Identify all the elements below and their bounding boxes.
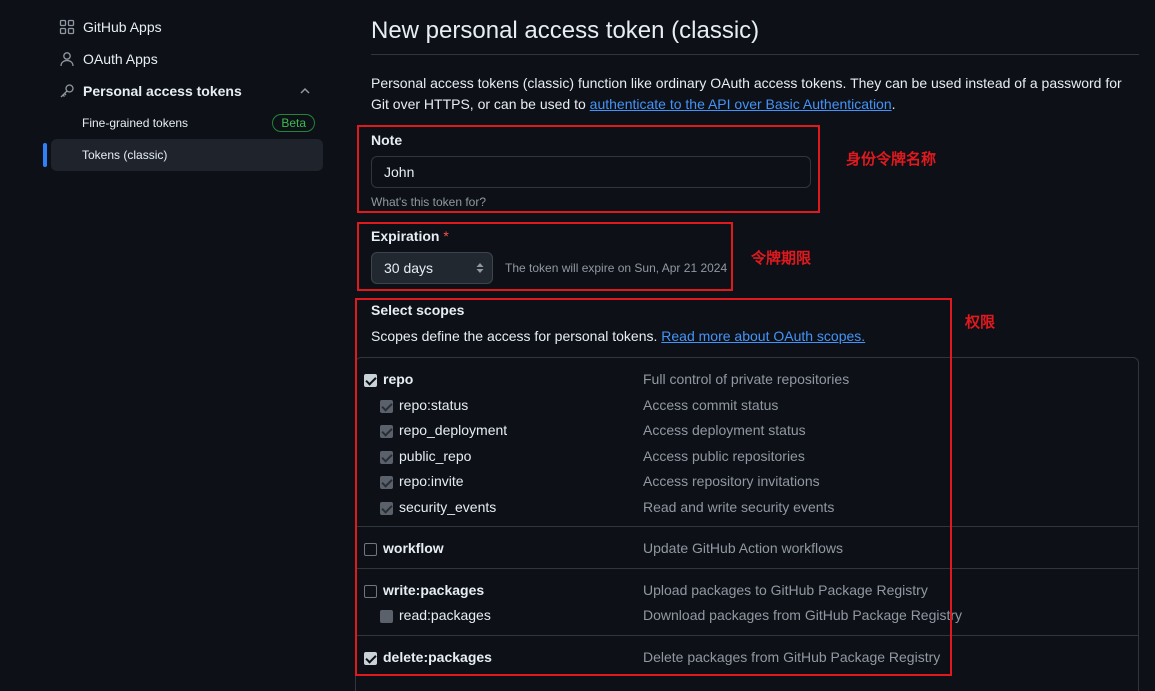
sidebar-item-personal-access-tokens[interactable]: Personal access tokens [51,75,323,107]
person-icon [59,51,75,67]
sidebar-item-label: OAuth Apps [83,51,158,67]
basic-auth-link[interactable]: authenticate to the API over Basic Authe… [590,96,892,112]
sidebar-item-github-apps[interactable]: GitHub Apps [51,11,323,43]
intro-text: Personal access tokens (classic) functio… [371,73,1139,115]
beta-badge: Beta [272,114,315,132]
expiration-annotation-label: 令牌期限 [751,249,812,267]
intro-end: . [891,96,896,112]
page-title: New personal access token (classic) [371,17,760,44]
sidebar-item-label: GitHub Apps [83,19,162,35]
sidebar-item-oauth-apps[interactable]: OAuth Apps [51,43,323,75]
divider [371,54,1139,55]
chevron-up-icon[interactable] [297,83,313,99]
sidebar-item-tokens-classic[interactable]: Tokens (classic) [51,139,323,171]
grid-icon [59,19,75,35]
selected-indicator [43,143,47,167]
note-annotation-box [357,125,820,213]
key-icon [59,83,75,99]
settings-sidebar: GitHub Apps OAuth Apps Personal access t… [0,0,330,691]
sidebar-item-label: Tokens (classic) [82,148,168,162]
sidebar-item-label: Personal access tokens [83,83,242,99]
scopes-annotation-box [355,298,952,676]
sidebar-item-label: Fine-grained tokens [82,116,189,130]
scopes-annotation-label: 权限 [965,313,996,331]
note-annotation-label: 身份令牌名称 [846,150,937,168]
sidebar-item-fine-grained-tokens[interactable]: Fine-grained tokens Beta [51,107,323,139]
expiration-annotation-box [357,222,733,291]
